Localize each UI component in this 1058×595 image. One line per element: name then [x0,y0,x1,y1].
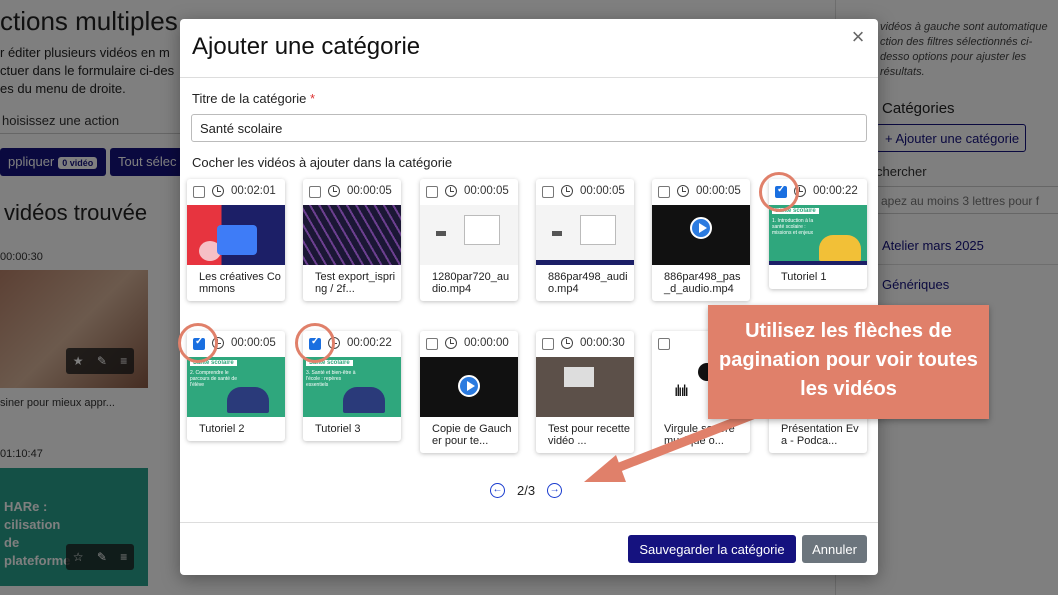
video-card[interactable]: 00:00:05 Test export_ispring / 2f... [303,179,401,301]
videos-check-label: Cocher les vidéos à ajouter dans la caté… [192,155,453,170]
video-duration: 00:00:05 [696,185,741,197]
play-icon [690,217,712,239]
video-name: 1280par720_audio.mp4 [432,271,510,295]
video-card[interactable]: 00:00:05 886par498_audio.mp4 [536,179,634,301]
clock-icon [561,185,573,197]
video-checkbox[interactable] [309,186,321,198]
add-category-modal: Ajouter une catégorie × Titre de la caté… [180,19,878,575]
play-icon [458,375,480,397]
video-duration: 00:00:22 [347,337,392,349]
video-checkbox[interactable] [658,338,670,350]
clock-icon [445,337,457,349]
video-name: Tutoriel 3 [315,423,361,435]
title-field-label: Titre de la catégorie * [192,91,315,106]
video-thumbnail [536,205,634,265]
clock-icon [445,185,457,197]
video-checkbox[interactable] [542,338,554,350]
title-field-label-text: Titre de la catégorie [192,91,307,106]
clock-icon [561,337,573,349]
video-duration: 00:00:05 [231,337,276,349]
required-mark: * [310,91,316,106]
pagination: ← 2/3 → [490,483,563,498]
category-title-input[interactable] [191,114,867,142]
video-duration: 00:02:01 [231,185,276,197]
video-thumbnail: Santé scolaire 3. Santé et bien-être à l'… [303,357,401,417]
video-duration: 00:00:22 [813,185,858,197]
video-name: Copie de Gaucher pour te... [432,423,512,447]
video-name: Les créatives Commons [199,271,281,295]
close-icon[interactable]: × [848,26,868,48]
highlight-circle [759,172,799,212]
video-duration: 00:00:05 [347,185,392,197]
video-name: Présentation Eva - Podca... [781,423,859,447]
video-card[interactable]: 00:02:01 Les créatives Commons [187,179,285,301]
save-category-button[interactable]: Sauvegarder la catégorie [628,535,796,563]
video-thumbnail [536,357,634,417]
clock-icon [212,185,224,197]
video-thumbnail: Santé scolaire 2. Comprendre le parcours … [187,357,285,417]
page-indicator: 2/3 [517,483,536,498]
prev-page-icon[interactable]: ← [490,483,505,498]
video-thumbnail [652,205,750,265]
video-card[interactable]: 00:00:00 Copie de Gaucher pour te... [420,331,518,453]
video-name: Test export_ispring / 2f... [315,271,396,295]
video-name: 886par498_pas_d_audio.mp4 [664,271,741,295]
video-checkbox[interactable] [542,186,554,198]
video-checkbox[interactable] [193,186,205,198]
video-checkbox[interactable] [658,186,670,198]
video-thumbnail: Santé scolaire 1. Introduction à la santé… [769,205,867,265]
video-checkbox[interactable] [426,186,438,198]
video-thumbnail [420,205,518,265]
video-card[interactable]: 00:00:05 1280par720_audio.mp4 [420,179,518,301]
audio-wave-icon: ılıılı [674,383,689,400]
video-card[interactable]: 00:00:05 886par498_pas_d_audio.mp4 [652,179,750,301]
annotation-callout: Utilisez les flèches de pagination pour … [708,305,989,419]
divider [180,77,878,78]
video-checkbox[interactable] [426,338,438,350]
highlight-circle [295,323,335,363]
clock-icon [677,185,689,197]
video-duration: 00:00:05 [580,185,625,197]
divider [180,522,878,523]
video-name: Tutoriel 2 [199,423,245,435]
video-duration: 00:00:05 [464,185,509,197]
modal-title: Ajouter une catégorie [192,33,421,60]
next-page-icon[interactable]: → [547,483,563,498]
video-thumbnail [420,357,518,417]
video-name: Virgule sonore musique o... [664,423,735,447]
video-name: 886par498_audio.mp4 [548,271,628,295]
clock-icon [328,185,340,197]
video-duration: 00:00:00 [464,337,509,349]
cancel-button[interactable]: Annuler [802,535,867,563]
video-name: Tutoriel 1 [781,271,827,283]
highlight-circle [178,323,218,363]
video-card[interactable]: 00:00:30 Test pour recette vidéo ... [536,331,634,453]
video-thumbnail [187,205,285,265]
video-thumbnail [303,205,401,265]
video-duration: 00:00:30 [580,337,625,349]
video-name: Test pour recette vidéo ... [548,423,630,447]
